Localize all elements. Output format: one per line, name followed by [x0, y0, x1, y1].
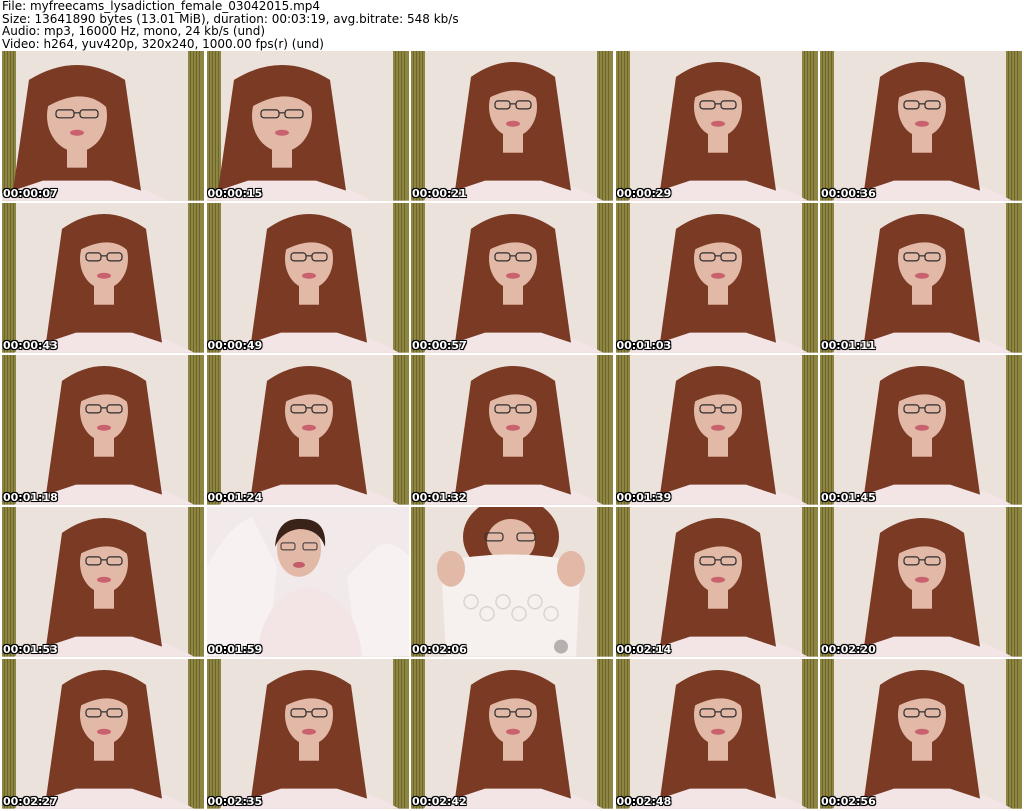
- video-frame-thumbnail: 00:01:45: [820, 355, 1022, 505]
- frame-timestamp: 00:01:53: [3, 642, 58, 656]
- frame-image: [615, 659, 818, 809]
- frame-image: [615, 203, 818, 353]
- video-frame-thumbnail: 00:01:11: [820, 203, 1022, 353]
- frame-timestamp: 00:01:24: [207, 490, 263, 504]
- frame-timestamp: 00:00:57: [412, 338, 467, 352]
- video-frame-thumbnail: 00:00:36: [820, 51, 1022, 201]
- frame-image: [2, 51, 204, 201]
- video-frame-thumbnail: 00:01:03: [615, 203, 818, 353]
- frame-image: [615, 507, 818, 657]
- frame-image: [820, 355, 1022, 505]
- frame-timestamp: 00:01:18: [3, 490, 58, 504]
- frame-timestamp: 00:00:15: [207, 186, 263, 200]
- frame-timestamp: 00:02:56: [821, 794, 876, 808]
- frame-image: [206, 659, 409, 809]
- video-frame-thumbnail: 00:00:15: [206, 51, 409, 201]
- video-frame-thumbnail: 00:00:21: [411, 51, 613, 201]
- video-frame-thumbnail: 00:01:53: [2, 507, 204, 657]
- frame-timestamp: 00:02:48: [616, 794, 672, 808]
- frame-timestamp: 00:01:32: [412, 490, 467, 504]
- frame-timestamp: 00:00:49: [207, 338, 263, 352]
- frame-image: [411, 507, 613, 657]
- video-frame-thumbnail: 00:02:20: [820, 507, 1022, 657]
- video-info-line: Video: h264, yuv420p, 320x240, 1000.00 f…: [2, 36, 324, 51]
- frame-timestamp: 00:00:21: [412, 186, 467, 200]
- frame-image: [206, 355, 409, 505]
- frame-timestamp: 00:01:39: [616, 490, 672, 504]
- frame-timestamp: 00:00:07: [3, 186, 58, 200]
- frame-image: [615, 355, 818, 505]
- frame-image: [820, 51, 1022, 201]
- video-frame-thumbnail: 00:01:59: [206, 507, 409, 657]
- frame-timestamp: 00:02:20: [821, 642, 876, 656]
- frame-timestamp: 00:02:06: [412, 642, 467, 656]
- frame-image: [411, 51, 613, 201]
- frame-image: [820, 203, 1022, 353]
- frame-image: [2, 203, 204, 353]
- video-frame-thumbnail: 00:00:07: [2, 51, 204, 201]
- frame-image: [206, 51, 409, 201]
- frame-image: [411, 659, 613, 809]
- frame-image: [615, 51, 818, 201]
- frame-image: [206, 203, 409, 353]
- frame-timestamp: 00:02:35: [207, 794, 263, 808]
- video-frame-thumbnail: 00:01:32: [411, 355, 613, 505]
- video-frame-thumbnail: 00:01:18: [2, 355, 204, 505]
- frame-timestamp: 00:00:29: [616, 186, 672, 200]
- video-frame-thumbnail: 00:00:49: [206, 203, 409, 353]
- frame-timestamp: 00:01:03: [616, 338, 672, 352]
- video-frame-thumbnail: 00:00:43: [2, 203, 204, 353]
- frame-timestamp: 00:02:27: [3, 794, 58, 808]
- video-frame-thumbnail: 00:01:39: [615, 355, 818, 505]
- frame-timestamp: 00:00:36: [821, 186, 876, 200]
- video-frame-thumbnail: 00:00:29: [615, 51, 818, 201]
- frame-image: [411, 203, 613, 353]
- frame-image: [206, 507, 409, 657]
- frame-timestamp: 00:02:42: [412, 794, 467, 808]
- frame-timestamp: 00:01:59: [207, 642, 263, 656]
- video-frame-thumbnail: 00:02:35: [206, 659, 409, 809]
- video-frame-thumbnail: 00:02:42: [411, 659, 613, 809]
- frame-image: [2, 659, 204, 809]
- video-frame-thumbnail: 00:02:06: [411, 507, 613, 657]
- frame-image: [2, 507, 204, 657]
- frame-image: [411, 355, 613, 505]
- video-frame-thumbnail: 00:00:57: [411, 203, 613, 353]
- video-frame-thumbnail: 00:01:24: [206, 355, 409, 505]
- video-frame-thumbnail: 00:02:14: [615, 507, 818, 657]
- file-name-line: File: myfreecams_lysadiction_female_0304…: [2, 0, 321, 13]
- frame-timestamp: 00:00:43: [3, 338, 58, 352]
- video-frame-thumbnail: 00:02:48: [615, 659, 818, 809]
- audio-info-line: Audio: mp3, 16000 Hz, mono, 24 kb/s (und…: [2, 24, 266, 38]
- thumbnail-grid: 00:00:07 00:00:15 00:00:21 00:00:29 00:00:36…: [2, 51, 1022, 809]
- frame-image: [2, 355, 204, 505]
- file-info-header: File: myfreecams_lysadiction_female_0304…: [2, 0, 1022, 50]
- frame-timestamp: 00:01:45: [821, 490, 876, 504]
- frame-timestamp: 00:02:14: [616, 642, 672, 656]
- frame-timestamp: 00:01:11: [821, 338, 876, 352]
- video-frame-thumbnail: 00:02:27: [2, 659, 204, 809]
- video-frame-thumbnail: 00:02:56: [820, 659, 1022, 809]
- frame-image: [820, 659, 1022, 809]
- frame-image: [820, 507, 1022, 657]
